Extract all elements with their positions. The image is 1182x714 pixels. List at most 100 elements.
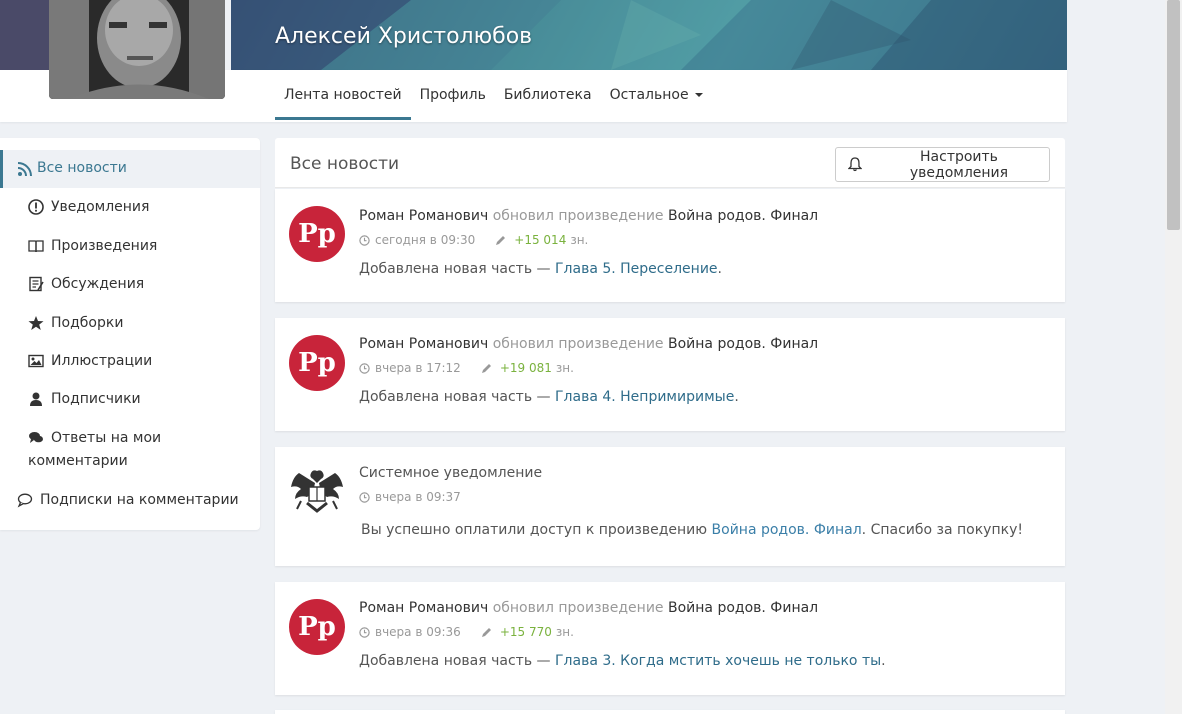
sidebar-item-label: Все новости — [37, 160, 127, 176]
user-icon — [30, 392, 42, 406]
sidebar-item-label: Подписки на комментарии — [40, 492, 239, 508]
image-icon — [28, 354, 44, 368]
sidebar-item-label: Произведения — [51, 238, 158, 254]
news-meta: вчера в 09:37 — [359, 490, 461, 504]
sidebar-item-illustrations[interactable]: Иллюстрации — [0, 352, 260, 390]
news-meta: сегодня в 09:30 +15 014 зн. — [359, 233, 588, 247]
sidebar-item-label: Обсуждения — [51, 276, 145, 292]
sidebar-item-discussions[interactable]: Обсуждения — [0, 275, 260, 313]
news-action: обновил произведение — [492, 208, 664, 224]
publisher-logo[interactable]: Рр — [289, 599, 345, 655]
sidebar-item-collections[interactable]: Подборки — [0, 314, 260, 352]
sidebar-item-comment-subscriptions[interactable]: Подписки на комментарии — [0, 491, 260, 521]
author-link[interactable]: Роман Романович — [359, 336, 488, 352]
news-text-suffix: . Спасибо за покупку! — [861, 522, 1023, 538]
caret-down-icon — [694, 93, 703, 97]
book-icon — [28, 240, 44, 253]
avatar[interactable] — [49, 0, 225, 99]
news-headline: Роман Романович обновил произведение Вой… — [359, 208, 818, 224]
star-icon — [28, 316, 44, 330]
news-time: вчера в 17:12 — [375, 361, 461, 375]
news-headline: Роман Романович обновил произведение Вой… — [359, 600, 818, 616]
scrollbar-thumb[interactable] — [1167, 0, 1180, 230]
news-text: Добавлена новая часть — Глава 5. Пересел… — [359, 261, 722, 277]
comment-icon — [17, 493, 33, 508]
feed-title: Все новости — [290, 154, 400, 174]
profile-cover: Алексей Христолюбов — [231, 0, 1067, 70]
alert-circle-icon — [28, 199, 44, 215]
tab-news-feed[interactable]: Лента новостей — [275, 70, 411, 120]
system-notification-card: Системное уведомление вчера в 09:37 Вы у… — [275, 447, 1065, 566]
news-text-suffix: . — [734, 389, 739, 405]
system-notification-title: Системное уведомление — [359, 465, 543, 481]
news-text-prefix: Добавлена новая часть — — [359, 389, 555, 405]
news-card: Рр Роман Романович обновил произведение … — [275, 189, 1065, 302]
sidebar-item-subscribers[interactable]: Подписчики — [0, 390, 260, 428]
publisher-logo-text: Рр — [298, 219, 336, 249]
work-link[interactable]: Война родов. Финал — [668, 336, 818, 352]
chapter-link[interactable]: Глава 4. Непримиримые — [555, 389, 734, 405]
clock-icon — [359, 491, 370, 503]
news-card-partial — [275, 710, 1065, 714]
chars-unit: зн. — [555, 625, 574, 639]
configure-notifications-button[interactable]: Настроить уведомления — [835, 147, 1050, 182]
news-time: сегодня в 09:30 — [375, 233, 476, 247]
sidebar-item-label: Подписчики — [51, 391, 141, 407]
sidebar-item-label: Ответы на мои — [51, 430, 162, 446]
sidebar-item-comment-replies[interactable]: Ответы на мои комментарии — [0, 429, 260, 477]
author-link[interactable]: Роман Романович — [359, 600, 488, 616]
news-action: обновил произведение — [492, 600, 664, 616]
publisher-logo-text: Рр — [298, 612, 336, 642]
chars-unit: зн. — [570, 233, 589, 247]
work-link[interactable]: Война родов. Финал — [712, 522, 862, 538]
author-link[interactable]: Роман Романович — [359, 208, 488, 224]
publisher-logo-text: Рр — [298, 348, 336, 378]
sidebar-item-label: Подборки — [51, 315, 124, 331]
rss-icon — [17, 162, 32, 177]
chapter-link[interactable]: Глава 5. Переселение — [555, 261, 718, 277]
news-text: Добавлена новая часть — Глава 3. Когда м… — [359, 653, 886, 669]
sidebar-item-works[interactable]: Произведения — [0, 237, 260, 275]
news-text-prefix: Добавлена новая часть — — [359, 653, 555, 669]
publisher-logo[interactable]: Рр — [289, 206, 345, 262]
profile-nav: Лента новостей Профиль Библиотека Осталь… — [275, 70, 712, 122]
chapter-link[interactable]: Глава 3. Когда мстить хочешь не только т… — [555, 653, 881, 669]
sidebar-item-all-news[interactable]: Все новости — [0, 150, 260, 188]
news-meta: вчера в 17:12 +19 081 зн. — [359, 361, 574, 375]
news-text: Вы успешно оплатили доступ к произведени… — [361, 522, 1023, 538]
chars-unit: зн. — [555, 361, 574, 375]
news-card: Рр Роман Романович обновил произведение … — [275, 582, 1065, 695]
publisher-logo[interactable]: Рр — [289, 335, 345, 391]
tab-library[interactable]: Библиотека — [495, 70, 601, 120]
profile-name: Алексей Христолюбов — [275, 24, 533, 49]
chars-added: +19 081 — [499, 361, 552, 375]
news-action: обновил произведение — [492, 336, 664, 352]
news-text-suffix: . — [717, 261, 722, 277]
chars-added: +15 014 — [514, 233, 567, 247]
news-text-prefix: Вы успешно оплатили доступ к произведени… — [361, 522, 712, 538]
news-headline: Роман Романович обновил произведение Вой… — [359, 336, 818, 352]
page-scrollbar[interactable] — [1165, 0, 1182, 714]
clock-icon — [359, 234, 370, 246]
sidebar-item-label: Уведомления — [51, 199, 150, 215]
news-time: вчера в 09:37 — [375, 490, 461, 504]
eagle-emblem-icon — [291, 470, 343, 513]
sidebar-item-notifications[interactable]: Уведомления — [0, 198, 260, 236]
news-card: Рр Роман Романович обновил произведение … — [275, 318, 1065, 431]
configure-notifications-label: Настроить уведомления — [909, 148, 1009, 181]
tab-profile[interactable]: Профиль — [411, 70, 495, 120]
pencil-icon — [481, 363, 491, 373]
sidebar-item-label-line2: комментарии — [28, 453, 128, 469]
clock-icon — [359, 362, 370, 374]
bell-icon — [848, 157, 862, 172]
news-text: Добавлена новая часть — Глава 4. Неприми… — [359, 389, 739, 405]
pencil-icon — [496, 235, 506, 245]
work-link[interactable]: Война родов. Финал — [668, 600, 818, 616]
sidebar-item-label: Иллюстрации — [51, 353, 153, 369]
news-meta: вчера в 09:36 +15 770 зн. — [359, 625, 574, 639]
work-link[interactable]: Война родов. Финал — [668, 208, 818, 224]
news-text-prefix: Добавлена новая часть — — [359, 261, 555, 277]
tab-more-dropdown[interactable]: Остальное — [601, 70, 712, 120]
tab-more-label: Остальное — [609, 87, 689, 103]
chars-added: +15 770 — [499, 625, 552, 639]
